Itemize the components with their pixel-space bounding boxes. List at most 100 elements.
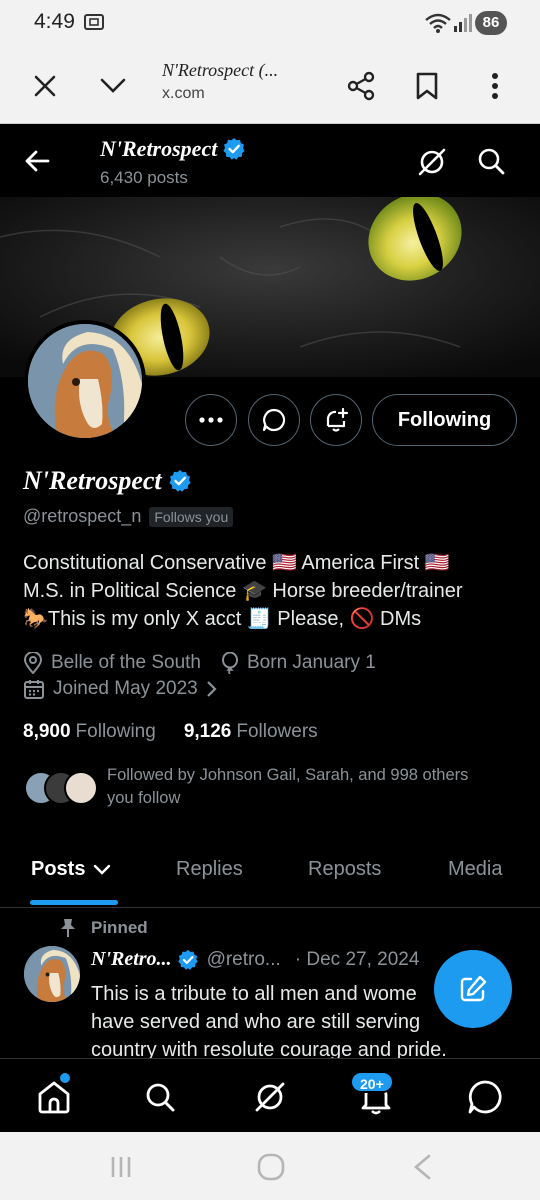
following-label: Following	[75, 721, 156, 742]
tab-replies[interactable]: Replies	[176, 858, 243, 881]
post-author-handle: @retro...	[206, 948, 281, 970]
followers-label: Followers	[236, 721, 318, 742]
compose-button[interactable]	[434, 950, 512, 1028]
followed-by-text[interactable]: Followed by Johnson Gail, Sarah, and 998…	[107, 764, 527, 810]
post-date: · Dec 27, 2024	[294, 948, 420, 970]
birthday-item: Born January 1	[221, 652, 376, 674]
pinned-text: Pinned	[91, 918, 148, 937]
follower-avatar	[64, 771, 98, 805]
pin-icon	[61, 919, 75, 937]
followed-by-line: you follow	[107, 789, 181, 807]
tab-reposts[interactable]: Reposts	[308, 858, 381, 881]
post-header: N'Retro... @retro... · Dec 27, 2024	[91, 948, 419, 971]
browser-toolbar: N'Retrospect (... x.com	[0, 46, 540, 124]
home-unread-dot	[60, 1073, 70, 1083]
bell-plus-icon	[326, 407, 349, 432]
followed-by-line: Followed by Johnson Gail, Sarah, and 998…	[107, 766, 469, 784]
bookmark-button[interactable]	[406, 65, 448, 107]
page-url: x.com	[162, 85, 205, 102]
search-icon[interactable]	[472, 142, 512, 182]
horse-avatar-image	[28, 324, 142, 438]
notifications-badge: 20+	[350, 1071, 394, 1093]
screenshot-icon	[84, 14, 104, 30]
status-time: 4:49	[34, 10, 75, 33]
chevron-down-icon	[94, 864, 111, 875]
compose-icon	[460, 975, 487, 1002]
horse-avatar-image	[24, 946, 80, 1002]
header-name-text: N'Retrospect	[100, 136, 218, 161]
message-button[interactable]	[248, 394, 300, 446]
follows-you-badge: Follows you	[149, 506, 234, 527]
chevron-down-icon	[100, 78, 126, 93]
follow-stats: 8,900 Following 9,126 Followers	[23, 721, 346, 743]
profile-name: N'Retrospect	[23, 466, 192, 496]
notify-button[interactable]	[310, 394, 362, 446]
tab-posts[interactable]: Posts	[31, 858, 111, 881]
post-count: 6,430 posts	[100, 168, 188, 187]
location-pin-icon	[23, 652, 43, 674]
profile-meta-row: Belle of the South Born January 1	[23, 652, 396, 674]
bookmark-icon	[416, 72, 438, 100]
chevron-right-icon	[206, 681, 217, 697]
location-text: Belle of the South	[51, 652, 201, 673]
post-avatar[interactable]	[24, 946, 80, 1002]
status-bar: 4:49 86	[0, 0, 540, 46]
more-horizontal-icon	[199, 417, 223, 423]
profile-name-text: N'Retrospect	[23, 466, 162, 495]
followers-count: 9,126	[183, 721, 232, 742]
balloon-icon	[222, 652, 238, 674]
wifi-icon	[425, 13, 451, 33]
verified-badge-icon	[169, 470, 191, 492]
grok-icon[interactable]	[412, 142, 452, 182]
bio-line: 🐎This is my only X acct 🧾 Please, 🚫 DMs	[23, 608, 422, 630]
close-tab-button[interactable]	[24, 65, 66, 107]
share-button[interactable]	[340, 65, 382, 107]
home-circle-icon[interactable]	[256, 1152, 286, 1182]
search-icon[interactable]	[140, 1077, 180, 1117]
system-navigation-bar	[0, 1132, 540, 1200]
joined-row[interactable]: Joined May 2023	[23, 678, 246, 700]
following-button[interactable]: Following	[372, 394, 517, 446]
tab-posts-label: Posts	[31, 858, 86, 880]
battery-indicator: 86	[475, 11, 507, 35]
location-item: Belle of the South	[23, 652, 201, 674]
joined-item[interactable]: Joined May 2023	[23, 678, 226, 700]
recent-apps-icon[interactable]	[108, 1154, 134, 1180]
birthday-text: Born January 1	[247, 652, 376, 673]
bottom-navigation: 20+	[0, 1058, 540, 1132]
back-nav-icon[interactable]	[410, 1153, 434, 1181]
page-title: N'Retrospect (...	[162, 60, 279, 80]
calendar-icon	[24, 680, 44, 699]
more-actions-button[interactable]	[185, 394, 237, 446]
messages-icon[interactable]	[465, 1077, 505, 1117]
verified-badge-icon	[223, 138, 245, 160]
share-icon	[347, 71, 375, 101]
collapse-button[interactable]	[92, 65, 134, 107]
chat-bubble-icon	[262, 408, 286, 432]
pinned-label: Pinned	[60, 918, 148, 938]
following-stat[interactable]: 8,900 Following	[23, 721, 156, 743]
followed-by-avatars[interactable]	[24, 771, 98, 807]
back-arrow-icon[interactable]	[18, 142, 56, 180]
more-options-button[interactable]	[474, 65, 516, 107]
header-name: N'Retrospect	[100, 136, 246, 162]
page-title-block: N'Retrospect (... x.com	[162, 60, 322, 103]
profile-header: N'Retrospect 6,430 posts	[0, 124, 540, 197]
home-icon[interactable]	[34, 1077, 74, 1117]
profile-avatar[interactable]	[24, 320, 146, 442]
active-tab-indicator	[30, 900, 118, 905]
bio-line: M.S. in Political Science 🎓 Horse breede…	[23, 580, 463, 602]
followers-stat[interactable]: 9,126 Followers	[184, 721, 318, 743]
joined-text: Joined May 2023	[53, 678, 198, 699]
more-vertical-icon	[492, 73, 498, 99]
close-icon	[34, 75, 56, 97]
following-count: 8,900	[23, 721, 71, 742]
signal-icon	[454, 14, 472, 32]
handle-row: @retrospect_n Follows you	[23, 506, 234, 527]
profile-handle: @retrospect_n	[23, 506, 142, 526]
profile-bio: Constitutional Conservative 🇺🇸 America F…	[23, 549, 523, 633]
post-author-name[interactable]: N'Retro...	[91, 948, 172, 971]
tab-media[interactable]: Media	[448, 858, 502, 881]
grok-icon[interactable]	[250, 1077, 290, 1117]
profile-tabs: Posts Replies Reposts Media	[0, 838, 540, 908]
